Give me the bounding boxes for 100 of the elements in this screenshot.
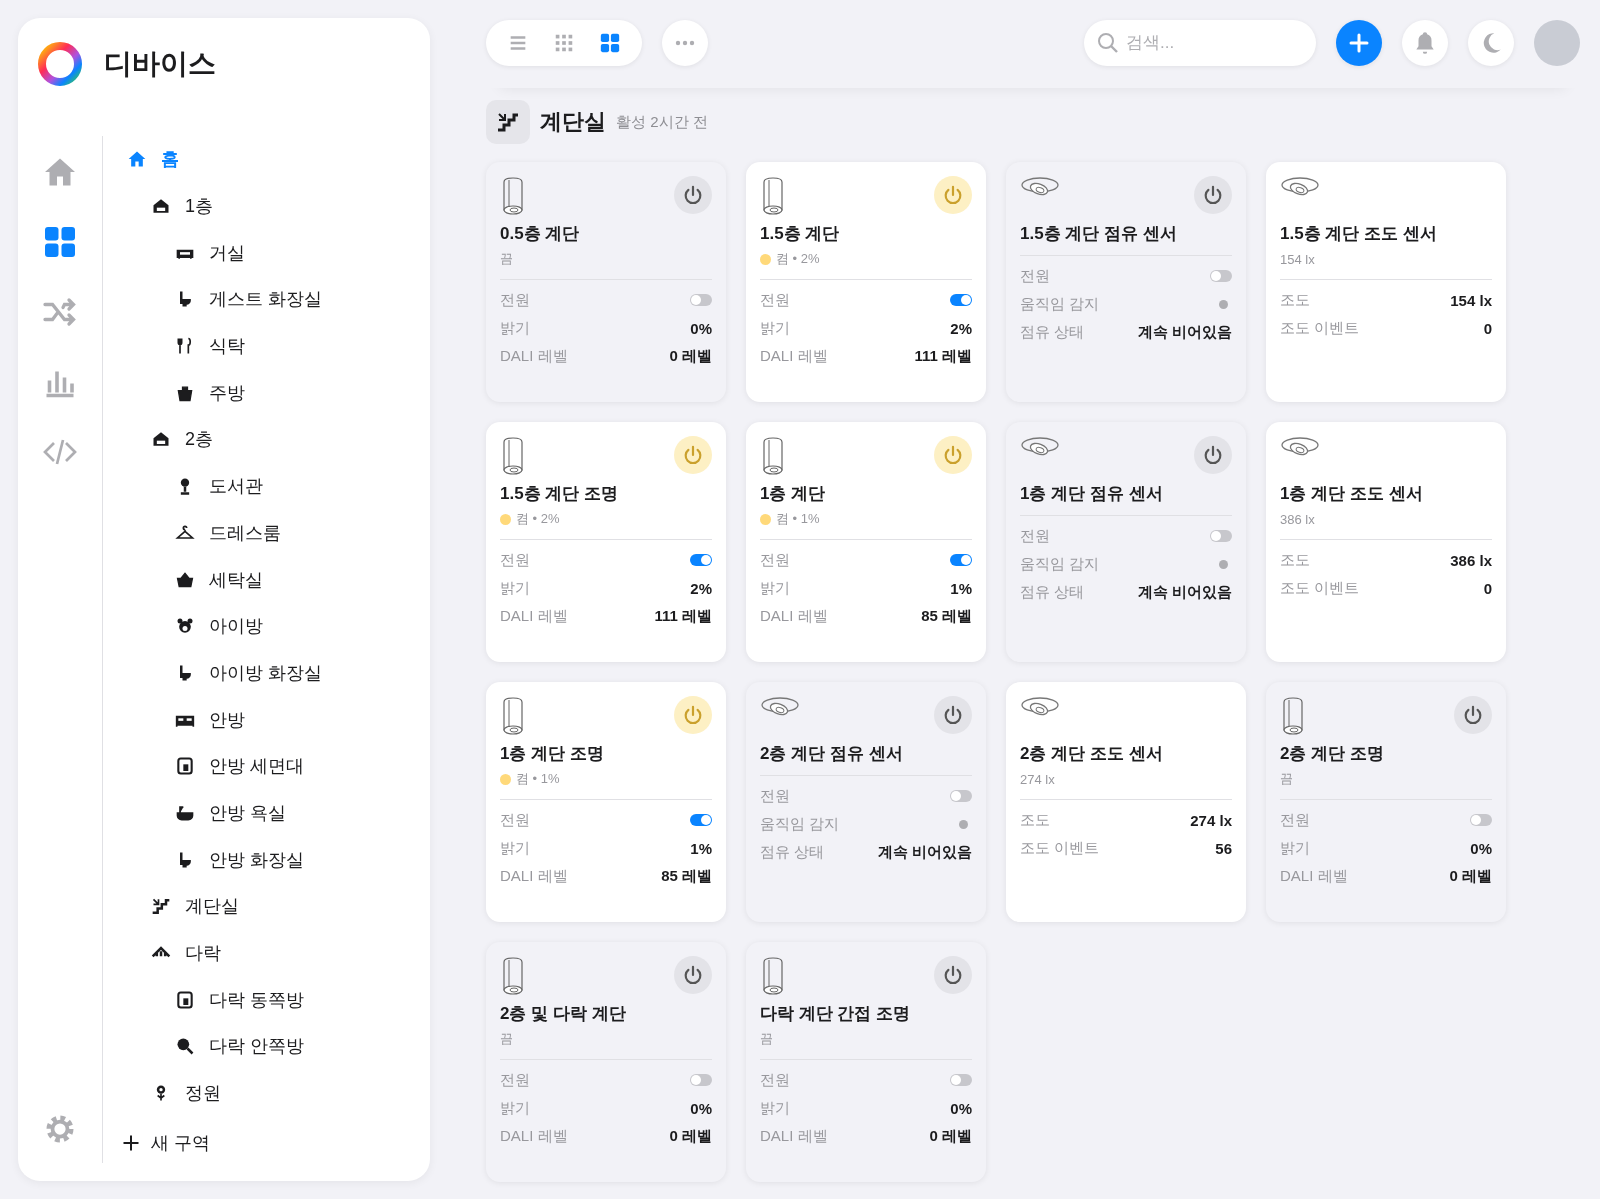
toggle-switch[interactable] — [950, 294, 972, 306]
power-button[interactable] — [1194, 436, 1232, 474]
toggle-switch[interactable] — [690, 294, 712, 306]
sidebar-item[interactable]: 안방 세면대 — [127, 742, 412, 790]
device-card[interactable]: 1.5층 계단 조도 센서 154 lx 조도 154 lx 조도 이벤트 0 — [1266, 162, 1506, 402]
search-icon — [1096, 31, 1120, 55]
sidebar-item[interactable]: 다락 동쪽방 — [127, 976, 412, 1024]
sidebar-item[interactable]: 거실 — [127, 229, 412, 277]
device-card[interactable]: 1층 계단 점유 센서 전원 움직임 감지 점유 상태 계속 비어있음 — [1006, 422, 1246, 662]
property-value: 154 lx — [1450, 291, 1492, 309]
sidebar-item[interactable]: 도서관 — [127, 462, 412, 510]
more-button[interactable] — [662, 20, 708, 66]
device-name: 2층 및 다락 계단 — [500, 1003, 627, 1025]
sidebar-item[interactable]: 다락 — [127, 929, 412, 977]
sidebar-item[interactable]: 다락 안쪽방 — [127, 1023, 412, 1070]
door-icon — [175, 989, 195, 1010]
property-label: 조도 — [1280, 550, 1310, 570]
property-label: 움직임 감지 — [760, 814, 840, 834]
toggle-switch[interactable] — [950, 790, 972, 802]
device-name: 다락 계단 간접 조명 — [760, 1003, 912, 1025]
power-button[interactable] — [934, 956, 972, 994]
sidebar-item[interactable]: 식탁 — [127, 322, 412, 370]
avatar[interactable] — [1534, 20, 1580, 66]
property-value: 386 lx — [1450, 551, 1492, 569]
toggle-switch[interactable] — [1210, 270, 1232, 282]
property-value: 274 lx — [1190, 811, 1232, 829]
search-field[interactable]: 검색... — [1084, 20, 1316, 66]
device-status: 켬 • 1% — [516, 770, 560, 788]
sidebar-item[interactable]: 정원 — [127, 1069, 412, 1117]
sidebar-item[interactable]: 안방 화장실 — [127, 836, 412, 883]
spotlight-icon — [500, 436, 526, 476]
dot-grid-icon — [553, 32, 575, 54]
device-name: 1층 계단 — [760, 483, 827, 505]
device-card[interactable]: 다락 계단 간접 조명 끔 전원 밝기 0% DALI 레벨 0 레벨 — [746, 942, 986, 1182]
new-area-button[interactable]: 새 구역 — [121, 1131, 210, 1155]
sidebar-item[interactable]: 아이방 — [127, 602, 412, 650]
property-label: 밝기 — [760, 318, 790, 338]
device-card[interactable]: 1층 계단 조명 켬 • 1% 전원 밝기 1% DALI 레벨 85 레벨 — [486, 682, 726, 922]
property-value: 111 레벨 — [914, 346, 972, 366]
property-label: 밝기 — [1280, 838, 1310, 858]
device-card[interactable]: 2층 및 다락 계단 끔 전원 밝기 0% DALI 레벨 0 레벨 — [486, 942, 726, 1182]
grid-icon[interactable] — [42, 224, 78, 260]
device-card[interactable]: 2층 계단 조도 센서 274 lx 조도 274 lx 조도 이벤트 56 — [1006, 682, 1246, 922]
property-label: DALI 레벨 — [760, 1126, 828, 1146]
device-card[interactable]: 2층 계단 점유 센서 전원 움직임 감지 점유 상태 계속 비어있음 — [746, 682, 986, 922]
property-label: 전원 — [500, 810, 530, 830]
sidebar-item[interactable]: 계단실 — [127, 883, 412, 930]
power-icon — [942, 704, 964, 726]
power-button[interactable] — [1454, 696, 1492, 734]
power-button[interactable] — [934, 696, 972, 734]
spotlight-icon — [500, 176, 526, 216]
sidebar-item[interactable]: 주방 — [127, 369, 412, 417]
property-value: 0 레벨 — [669, 346, 712, 366]
property-label: 전원 — [1020, 526, 1050, 546]
sidebar-item[interactable]: 아이방 화장실 — [127, 649, 412, 697]
ceiling-sensor-icon — [760, 696, 800, 718]
device-card[interactable]: 0.5층 계단 끔 전원 밝기 0% DALI 레벨 0 레벨 — [486, 162, 726, 402]
device-card[interactable]: 1.5층 계단 점유 센서 전원 움직임 감지 점유 상태 계속 비어있음 — [1006, 162, 1246, 402]
power-button[interactable] — [674, 176, 712, 214]
toggle-switch[interactable] — [950, 1074, 972, 1086]
power-icon — [1202, 444, 1224, 466]
notifications-button[interactable] — [1402, 20, 1448, 66]
property-value: 0% — [690, 1099, 712, 1117]
sidebar-item[interactable]: 홈 — [127, 136, 412, 183]
device-card[interactable]: 1층 계단 켬 • 1% 전원 밝기 1% DALI 레벨 85 레벨 — [746, 422, 986, 662]
device-card[interactable]: 1.5층 계단 켬 • 2% 전원 밝기 2% DALI 레벨 111 레벨 — [746, 162, 986, 402]
add-button[interactable] — [1336, 20, 1382, 66]
device-status: 켬 • 1% — [776, 510, 820, 528]
power-button[interactable] — [674, 956, 712, 994]
stairs-icon — [486, 100, 530, 144]
toggle-switch[interactable] — [690, 814, 712, 826]
sidebar-item[interactable]: 안방 — [127, 696, 412, 743]
device-status: 켬 • 2% — [516, 510, 560, 528]
toggle-switch[interactable] — [950, 554, 972, 566]
device-card[interactable]: 1층 계단 조도 센서 386 lx 조도 386 lx 조도 이벤트 0 — [1266, 422, 1506, 662]
property-value: 85 레벨 — [661, 866, 712, 886]
toggle-switch[interactable] — [690, 554, 712, 566]
sidebar-item[interactable]: 1층 — [127, 182, 412, 230]
property-label: 밝기 — [500, 318, 530, 338]
stairs-icon — [151, 896, 171, 917]
sidebar-item[interactable]: 드레스룸 — [127, 509, 412, 557]
device-status: 154 lx — [1280, 251, 1315, 267]
dark-mode-button[interactable] — [1468, 20, 1514, 66]
power-button[interactable] — [1194, 176, 1232, 214]
property-label: DALI 레벨 — [760, 346, 828, 366]
device-card[interactable]: 2층 계단 조명 끔 전원 밝기 0% DALI 레벨 0 레벨 — [1266, 682, 1506, 922]
home-icon — [127, 149, 147, 170]
plus-icon — [1347, 31, 1371, 55]
toggle-switch[interactable] — [1470, 814, 1492, 826]
sidebar-item[interactable]: 세탁실 — [127, 556, 412, 603]
property-label: 점유 상태 — [760, 842, 825, 862]
toggle-switch[interactable] — [690, 1074, 712, 1086]
toggle-switch[interactable] — [1210, 530, 1232, 542]
sidebar-item[interactable]: 안방 욕실 — [127, 789, 412, 837]
property-value: 0 레벨 — [669, 1126, 712, 1146]
sidebar-item[interactable]: 게스트 화장실 — [127, 276, 412, 323]
sidebar-item[interactable]: 2층 — [127, 416, 412, 463]
property-value: 1% — [950, 579, 972, 597]
device-card[interactable]: 1.5층 계단 조명 켬 • 2% 전원 밝기 2% DALI 레벨 111 레벨 — [486, 422, 726, 662]
door-icon — [175, 756, 195, 777]
